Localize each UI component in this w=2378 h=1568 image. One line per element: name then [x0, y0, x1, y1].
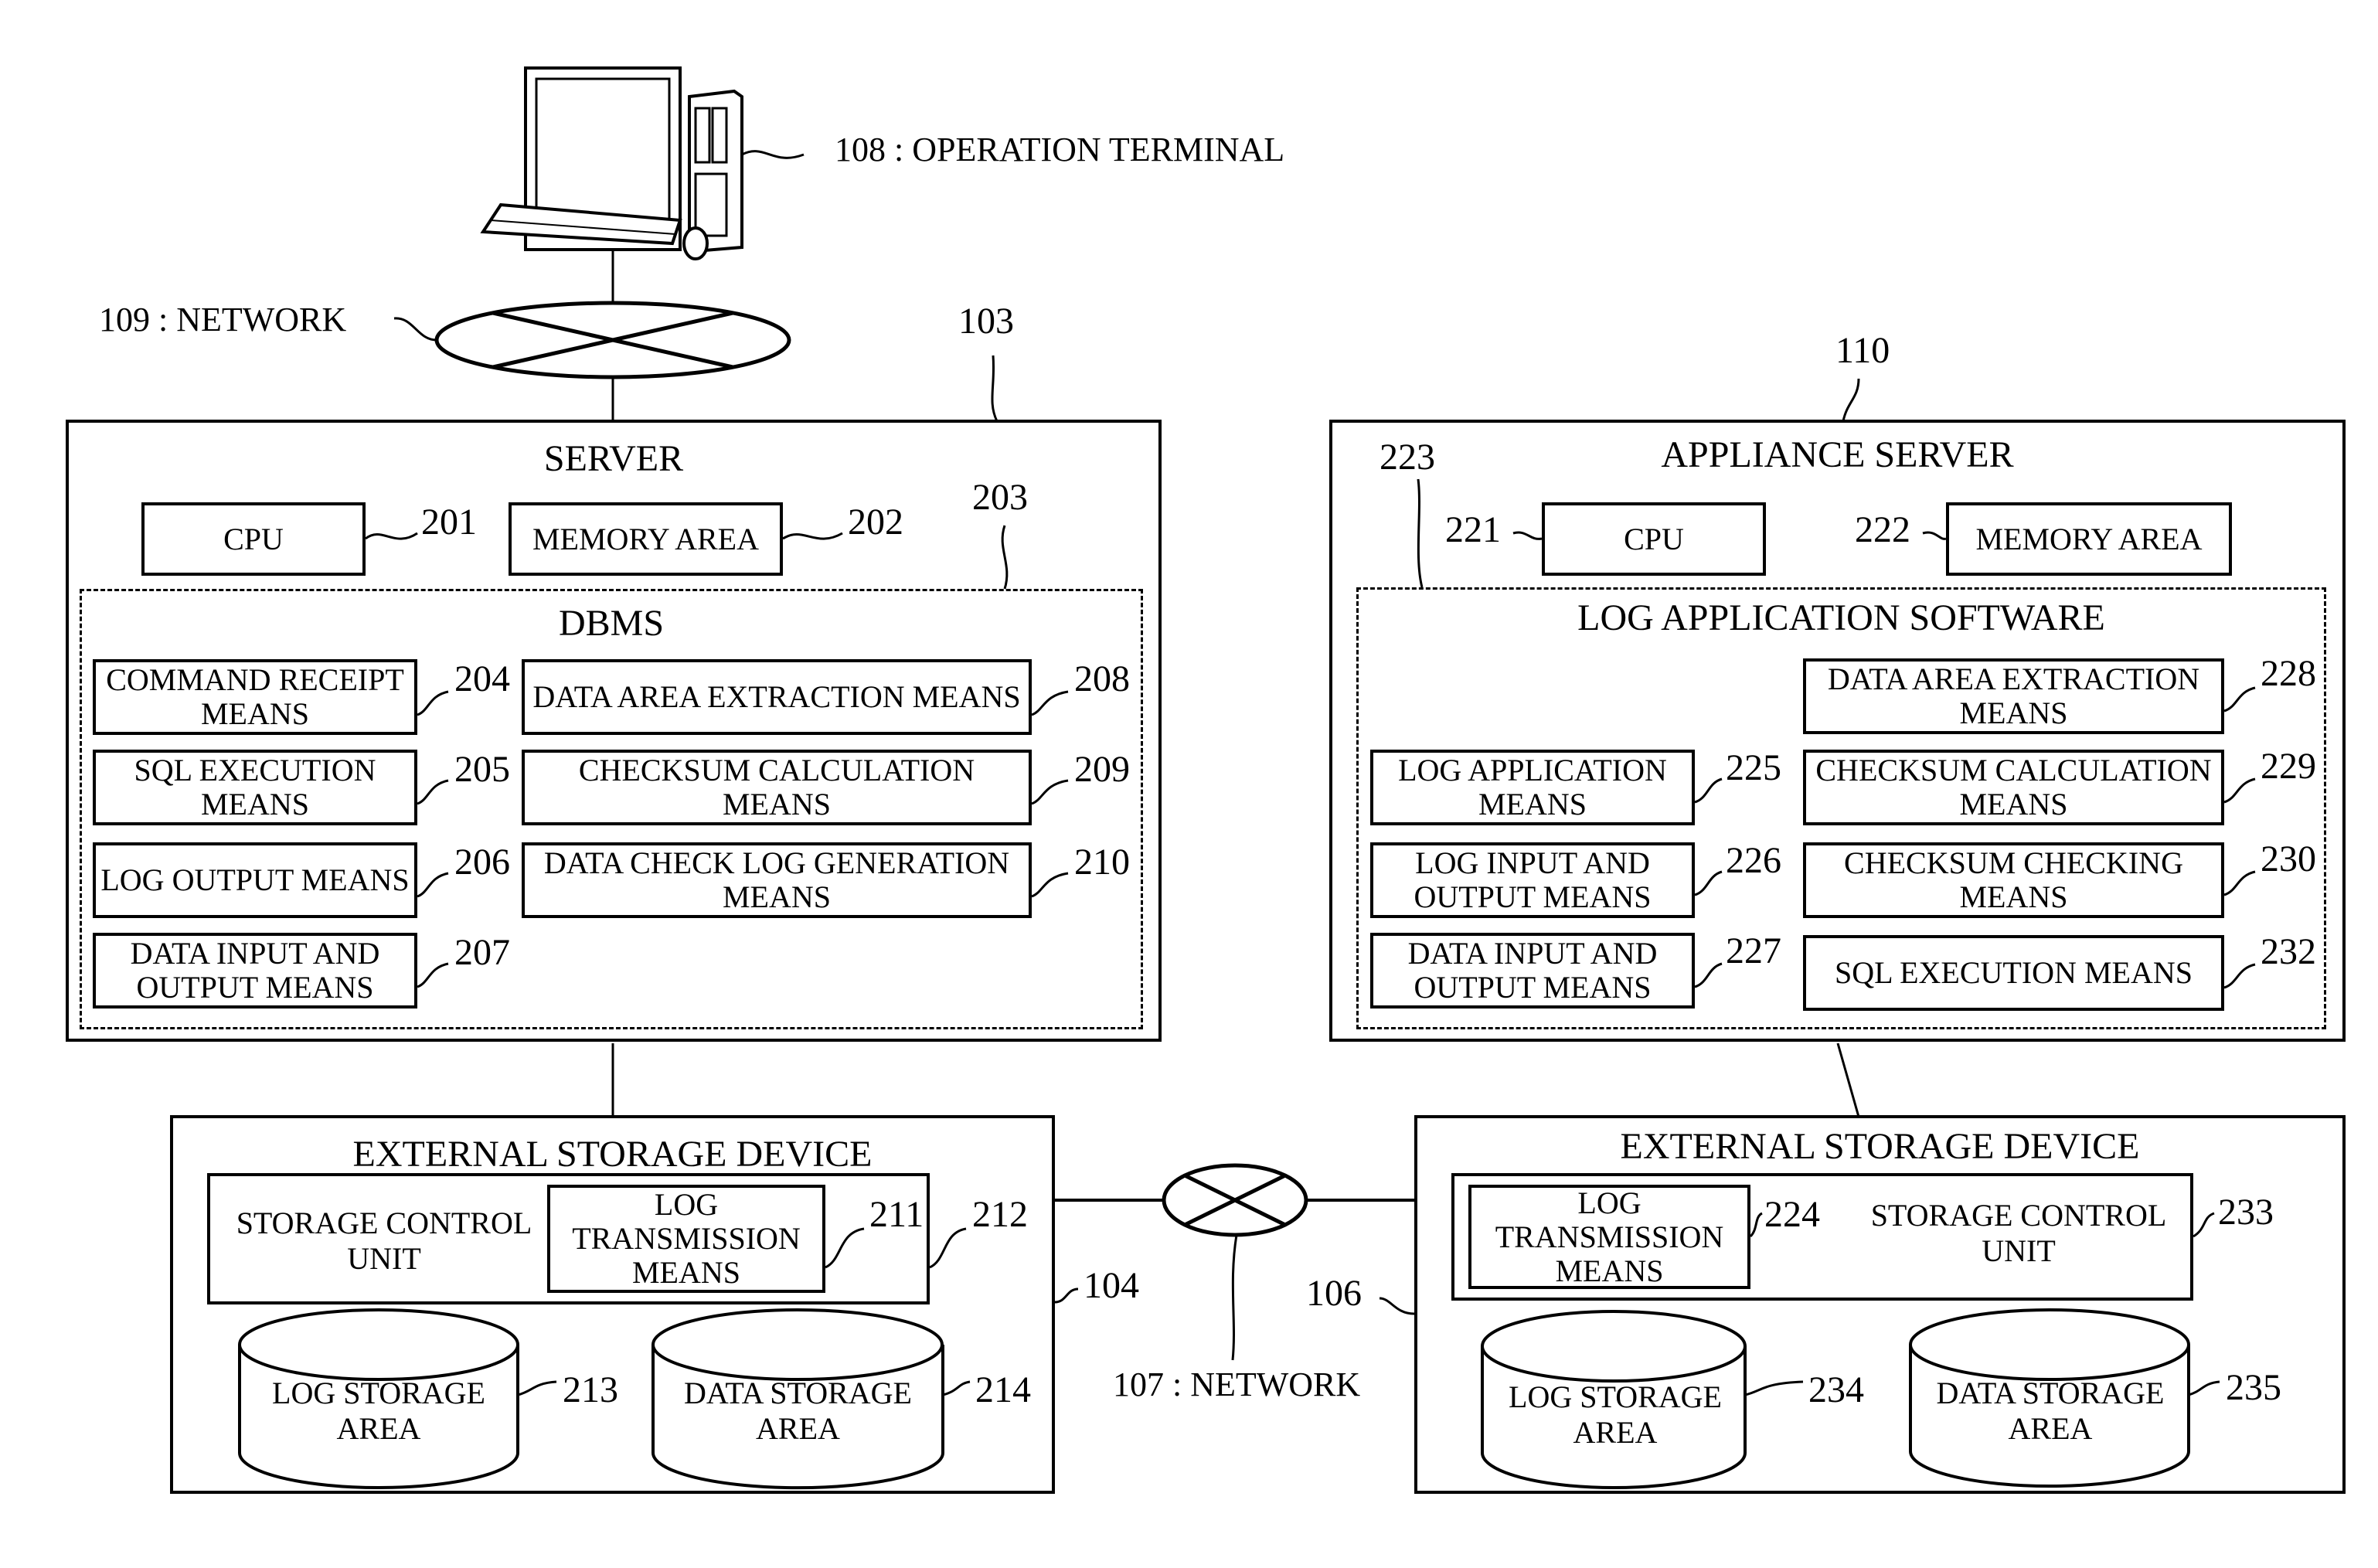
network-109-icon: [434, 301, 791, 379]
computer-terminal-icon: [480, 66, 743, 260]
ref-234: 234: [1808, 1369, 1864, 1410]
ref-232: 232: [2261, 931, 2316, 972]
log-output-means: LOG OUTPUT MEANS: [93, 842, 417, 918]
ref-226: 226: [1726, 840, 1781, 881]
ref-228: 228: [2261, 653, 2316, 694]
ref-224: 224: [1764, 1194, 1820, 1235]
appliance-cpu-ref: 221: [1445, 509, 1501, 550]
terminal-leader: [741, 150, 805, 159]
ref-235: 235: [2226, 1367, 2281, 1408]
storage-right-log-transmission-means: LOG TRANSMISSION MEANS: [1468, 1185, 1750, 1289]
appliance-memory-ref: 222: [1855, 509, 1910, 550]
appliance-data-input-output-means: DATA INPUT AND OUTPUT MEANS: [1370, 933, 1695, 1008]
ref-209: 209: [1074, 749, 1130, 790]
server-title: SERVER: [543, 438, 684, 479]
network-109-label: 109 : NETWORK: [99, 301, 347, 338]
storage-left-control-unit-label: STORAGE CONTROL UNIT: [236, 1206, 532, 1276]
dbms-ref: 203: [972, 477, 1028, 518]
appliance-ref: 110: [1835, 330, 1890, 371]
storage-right-ref: 106: [1306, 1273, 1362, 1314]
ref-211: 211: [869, 1194, 924, 1235]
appliance-cpu: CPU: [1542, 502, 1766, 576]
storage-right-title: EXTERNAL STORAGE DEVICE: [1620, 1126, 2140, 1167]
data-check-log-generation-means: DATA CHECK LOG GENERATION MEANS: [522, 842, 1032, 918]
server-ref: 103: [958, 301, 1014, 342]
ref-233: 233: [2218, 1192, 2274, 1233]
log-input-output-means: LOG INPUT AND OUTPUT MEANS: [1370, 842, 1695, 918]
appliance-memory: MEMORY AREA: [1946, 502, 2232, 576]
ref-230: 230: [2261, 838, 2316, 879]
ref-204: 204: [454, 658, 510, 699]
ref-212: 212: [972, 1194, 1028, 1235]
log-application-means: LOG APPLICATION MEANS: [1370, 750, 1695, 825]
appliance-ref-leader: [1842, 378, 1860, 422]
sql-execution-means: SQL EXECUTION MEANS: [93, 750, 417, 825]
ref-208: 208: [1074, 658, 1130, 699]
ref-206: 206: [454, 842, 510, 883]
storage-right-log-storage-area: LOG STORAGE AREA: [1509, 1379, 1722, 1450]
software-title: LOG APPLICATION SOFTWARE: [1577, 597, 2105, 638]
storage-right-ref-leader: [1379, 1297, 1415, 1315]
appliance-sql-execution-means: SQL EXECUTION MEANS: [1803, 935, 2224, 1011]
storage-left-ref: 104: [1084, 1265, 1139, 1306]
storage-left-title: EXTERNAL STORAGE DEVICE: [352, 1134, 873, 1175]
checksum-checking-means: CHECKSUM CHECKING MEANS: [1803, 842, 2224, 918]
ref-229: 229: [2261, 746, 2316, 787]
appliance-checksum-calculation-means: CHECKSUM CALCULATION MEANS: [1803, 750, 2224, 825]
data-input-output-means: DATA INPUT AND OUTPUT MEANS: [93, 933, 417, 1008]
server-cpu-ref: 201: [421, 502, 477, 543]
ref-213: 213: [563, 1369, 618, 1410]
ref-210: 210: [1074, 842, 1130, 883]
storage-right-data-storage-area: DATA STORAGE AREA: [1936, 1376, 2165, 1446]
operation-terminal-label: 108 : OPERATION TERMINAL: [835, 131, 1285, 168]
storage-left-ref-leader: [1054, 1287, 1079, 1304]
server-cpu: CPU: [141, 502, 366, 576]
storage-left-log-storage-area: LOG STORAGE AREA: [272, 1376, 485, 1446]
software-ref: 223: [1380, 437, 1435, 478]
network-107-leader: [1231, 1234, 1238, 1361]
network-107-icon: [1162, 1163, 1308, 1237]
ref-225: 225: [1726, 747, 1781, 788]
server-memory-ref: 202: [848, 502, 903, 543]
ref-207: 207: [454, 932, 510, 973]
data-area-extraction-means: DATA AREA EXTRACTION MEANS: [522, 659, 1032, 735]
appliance-data-area-extraction-means: DATA AREA EXTRACTION MEANS: [1803, 658, 2224, 734]
storage-right-control-unit-label: STORAGE CONTROL UNIT: [1870, 1198, 2167, 1268]
server-ref-leader: [991, 355, 998, 422]
dbms-title: DBMS: [558, 603, 665, 644]
ref-227: 227: [1726, 930, 1781, 971]
network-109-leader: [393, 317, 437, 342]
ref-205: 205: [454, 749, 510, 790]
network-107-label: 107 : NETWORK: [1113, 1366, 1361, 1403]
command-receipt-means: COMMAND RECEIPT MEANS: [93, 659, 417, 735]
storage-left-log-transmission-means: LOG TRANSMISSION MEANS: [547, 1185, 825, 1293]
ref-214: 214: [975, 1369, 1031, 1410]
appliance-storage-link: [1836, 1042, 1860, 1117]
checksum-calculation-means: CHECKSUM CALCULATION MEANS: [522, 750, 1032, 825]
server-memory: MEMORY AREA: [509, 502, 783, 576]
storage-left-data-storage-area: DATA STORAGE AREA: [684, 1376, 912, 1446]
appliance-title: APPLIANCE SERVER: [1661, 434, 2014, 475]
